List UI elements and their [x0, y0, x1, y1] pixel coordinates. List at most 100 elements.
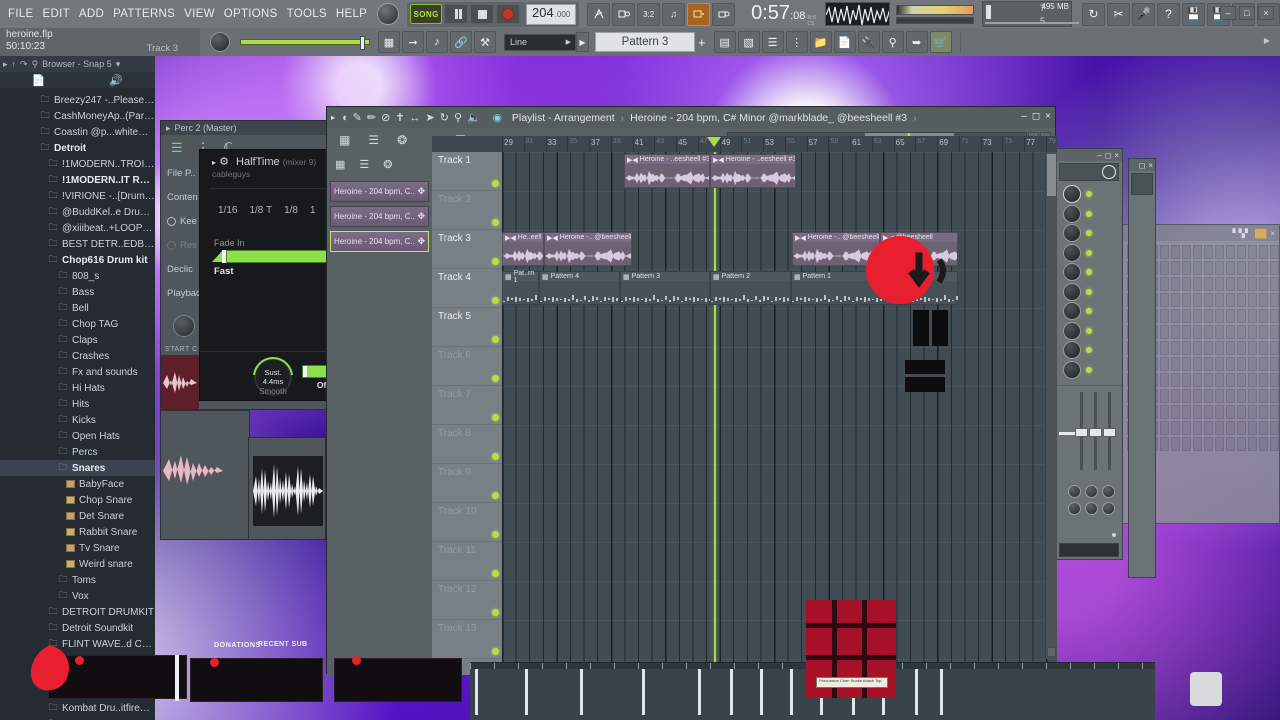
piano-key[interactable] — [940, 669, 943, 715]
step-cell[interactable] — [1182, 421, 1191, 435]
track-label-row[interactable]: Track 1 — [432, 152, 502, 191]
step-cell[interactable] — [1270, 389, 1279, 403]
mixer-track-row[interactable] — [1063, 321, 1122, 340]
file-icon[interactable]: 📄 — [833, 31, 856, 53]
step-seq-close-icon[interactable]: × — [1270, 229, 1275, 238]
browser-item[interactable]: 🗀 BEST DETR..EDBYJAVEN — [0, 236, 155, 252]
piano-key[interactable] — [760, 669, 763, 715]
playhead-marker[interactable] — [707, 137, 721, 147]
slice-icon[interactable]: ✝ — [395, 111, 404, 124]
step-cell[interactable] — [1204, 437, 1213, 451]
step-cell[interactable] — [1204, 309, 1213, 323]
playlist-maximize[interactable]: ◻ — [1032, 111, 1040, 122]
browser-item[interactable]: 🗀 Percs — [0, 444, 155, 460]
browser-item[interactable]: 🗀 Bass — [0, 284, 155, 300]
send-icon[interactable]: ➥ — [905, 31, 928, 53]
browser-item[interactable]: 🗀 Vox — [0, 588, 155, 604]
step-cell[interactable] — [1193, 293, 1202, 307]
playback-icon[interactable]: ↻ — [440, 111, 449, 124]
step-cell[interactable] — [1160, 437, 1169, 451]
step-cell[interactable] — [1248, 373, 1257, 387]
step-cell[interactable] — [1171, 437, 1180, 451]
mute-icon[interactable]: ⊘ — [381, 111, 390, 124]
mixer-knob[interactable] — [1063, 263, 1081, 281]
pattern-clip[interactable]: ▦ Pattern 3 — [620, 271, 711, 305]
step-cell[interactable] — [1237, 405, 1246, 419]
step-cell[interactable] — [1259, 373, 1268, 387]
browser-item[interactable]: Chop Snare — [0, 492, 155, 508]
browser-icon[interactable]: 📁 — [809, 31, 832, 53]
step-cell[interactable] — [1193, 261, 1202, 275]
browser-item[interactable]: 🗀 !1MODERN..IT RE-UP — [0, 172, 155, 188]
step-cell[interactable] — [1204, 421, 1213, 435]
clip-source-item[interactable]: Heroine - 204 bpm, C.. ✥ — [330, 206, 429, 227]
wave-icon[interactable]: ☰ — [171, 140, 183, 156]
track-enable-led[interactable] — [492, 609, 499, 616]
mixer-led[interactable] — [1086, 308, 1092, 314]
browser-file-tab-icon[interactable]: 📄 — [32, 74, 46, 87]
step-cell[interactable] — [1270, 261, 1279, 275]
browser-item[interactable]: 🗀 Toms — [0, 572, 155, 588]
menu-add[interactable]: ADD — [79, 8, 104, 20]
slider-handle[interactable] — [360, 36, 365, 50]
step-cell[interactable] — [1193, 405, 1202, 419]
step-cell[interactable] — [1193, 357, 1202, 371]
mixer-minimize-icon[interactable]: – — [1097, 151, 1101, 160]
send-knob-2[interactable] — [1085, 501, 1098, 515]
step-cell[interactable] — [1204, 405, 1213, 419]
step-cell[interactable] — [1248, 277, 1257, 291]
magnify-icon[interactable]: ⚲ — [454, 111, 462, 124]
step-cell[interactable] — [1204, 293, 1213, 307]
menu-items[interactable]: FILE EDIT ADD PATTERNS VIEW OPTIONS TOOL… — [0, 8, 367, 20]
mixer-led[interactable] — [1086, 269, 1092, 275]
send-knob-3[interactable] — [1102, 501, 1115, 515]
step-cell[interactable] — [1215, 245, 1224, 259]
track-enable-led[interactable] — [492, 453, 499, 460]
step-cell[interactable] — [1193, 245, 1202, 259]
step-cell[interactable] — [1160, 261, 1169, 275]
count-in-icon[interactable]: ♫ — [662, 2, 686, 26]
clipsrc-pencil-icon[interactable]: ❂ — [383, 158, 392, 171]
step-cell[interactable] — [1248, 261, 1257, 275]
step-cell[interactable] — [1215, 357, 1224, 371]
step-cell[interactable] — [1237, 341, 1246, 355]
step-cell[interactable] — [1215, 405, 1224, 419]
step-cell[interactable] — [1204, 389, 1213, 403]
browser-item[interactable]: 🗀 Chop TAG — [0, 316, 155, 332]
clip-source-handle-icon[interactable]: ✥ — [417, 236, 425, 247]
pattern-clip[interactable]: ▦ Pattern 4 — [539, 271, 622, 305]
clip-source-handle-icon[interactable]: ✥ — [417, 186, 425, 197]
mixer-led[interactable] — [1086, 191, 1092, 197]
step-cell[interactable] — [1226, 341, 1235, 355]
mixer-track-row[interactable] — [1063, 185, 1122, 203]
browser-item[interactable]: Tv Snare — [0, 540, 155, 556]
step-cell[interactable] — [1237, 309, 1246, 323]
browser-up-icon[interactable]: ↑ — [12, 59, 17, 69]
track-enable-led[interactable] — [492, 297, 499, 304]
microphone-icon[interactable]: 🎤 — [1131, 2, 1155, 26]
step-cell[interactable] — [1248, 245, 1257, 259]
pattern-prev-button[interactable]: ▶ — [576, 32, 589, 52]
audio-clip[interactable]: ▶◀ Heroine -.. @beesheell — [544, 232, 632, 266]
step-cell[interactable] — [1259, 309, 1268, 323]
track-label-row[interactable]: Track 10 — [432, 503, 502, 542]
mixer-icon[interactable]: ☰ — [761, 31, 784, 53]
step-cell[interactable] — [1182, 389, 1191, 403]
gear-icon[interactable]: ⚙ — [219, 156, 229, 168]
browser-item[interactable]: 🗀 Breezy247 -..Please Vol1 — [0, 92, 155, 108]
plugin-expand-icon[interactable]: ▸ — [166, 123, 171, 134]
step-cell[interactable] — [1248, 309, 1257, 323]
step-cell[interactable] — [1215, 437, 1224, 451]
track-label-row[interactable]: Track 5 — [432, 308, 502, 347]
browser-item[interactable]: 🗀 Hi Hats — [0, 380, 155, 396]
browser-item[interactable]: 🗀 Snares — [0, 460, 155, 476]
mixer-knob[interactable] — [1063, 302, 1081, 320]
browser-item[interactable]: 🗀 Kombat Dru..itfiregotk — [0, 700, 155, 716]
step-cell[interactable] — [1226, 405, 1235, 419]
step-cell[interactable] — [1248, 389, 1257, 403]
track-label-row[interactable]: Track 13 — [432, 620, 502, 659]
mixer-track-row[interactable] — [1063, 243, 1122, 262]
mixer-track-row[interactable] — [1063, 263, 1122, 281]
menu-edit[interactable]: EDIT — [43, 8, 70, 20]
step-cell[interactable] — [1226, 293, 1235, 307]
